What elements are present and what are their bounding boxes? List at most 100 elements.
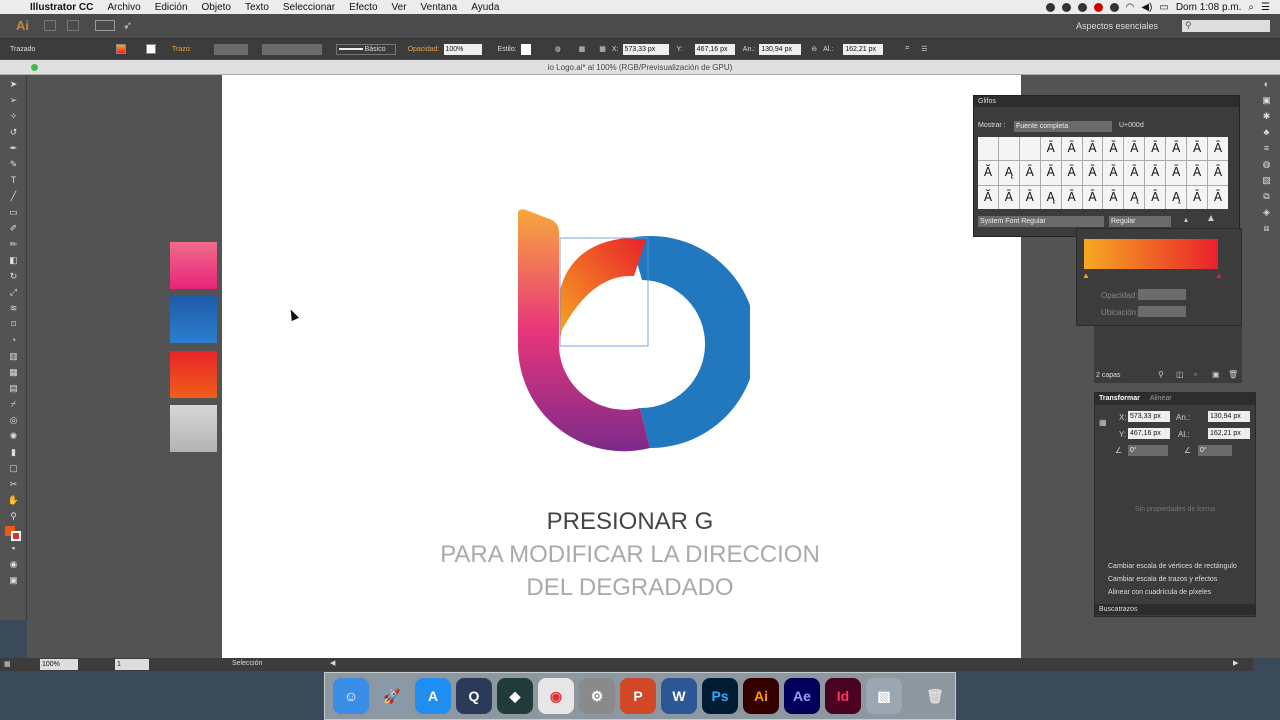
search-input[interactable]: ⚲ xyxy=(1182,20,1270,32)
appearance-icon[interactable]: ◍ xyxy=(1260,158,1273,171)
glyph-cell[interactable]: Ā xyxy=(1019,185,1040,209)
status-tool-label[interactable]: Selección xyxy=(232,660,262,667)
volume-icon[interactable]: ◀) xyxy=(1141,2,1152,13)
indesign-icon[interactable]: Id xyxy=(825,678,861,714)
status-icon[interactable] xyxy=(1061,2,1071,12)
glyph-cell[interactable]: Ā xyxy=(1208,185,1228,209)
glyph-cell[interactable]: Ā xyxy=(1187,161,1208,185)
menu-objeto[interactable]: Objeto xyxy=(202,2,231,13)
pencil-tool-icon[interactable]: ✏ xyxy=(7,238,20,251)
system-preferences-icon[interactable]: ⚙ xyxy=(579,678,615,714)
chrome-icon[interactable]: ◉ xyxy=(538,678,574,714)
glyph-cell[interactable]: Ā xyxy=(1187,185,1208,209)
glyph-cell[interactable]: Ā xyxy=(1208,137,1228,161)
arrange-documents-icon[interactable] xyxy=(95,20,115,31)
pathfinder-panel-title[interactable]: Buscatrazos xyxy=(1095,604,1255,615)
artboards-icon[interactable]: ⧈ xyxy=(1260,222,1273,235)
stroke-label[interactable]: Trazo: xyxy=(172,46,192,53)
clock[interactable]: Dom 1:08 p.m. xyxy=(1176,2,1242,13)
shear-field[interactable]: 0° xyxy=(1198,445,1232,456)
glyph-cell[interactable]: Ā xyxy=(1040,137,1061,161)
y-field[interactable]: 467,16 px xyxy=(694,43,735,55)
glyph-cell[interactable]: Ā xyxy=(1103,185,1124,209)
wifi-icon[interactable]: ◠ xyxy=(1126,2,1135,13)
free-transform-tool-icon[interactable]: ⌑ xyxy=(7,318,20,331)
locate-object-icon[interactable]: ⚲ xyxy=(1158,370,1164,379)
draw-mode-icon[interactable]: ◉ xyxy=(7,558,20,571)
logo-artwork[interactable] xyxy=(500,200,750,470)
notifications-icon[interactable]: ☰ xyxy=(1261,2,1270,13)
delete-layer-icon[interactable]: 🗑 xyxy=(1228,370,1238,379)
status-icon[interactable] xyxy=(1077,2,1087,12)
swatch-red-orange[interactable] xyxy=(170,351,217,398)
selection-tool-icon[interactable]: ➤ xyxy=(7,78,20,91)
warp-tool-icon[interactable]: ≋ xyxy=(7,302,20,315)
glyph-cell[interactable]: Ā xyxy=(1124,161,1145,185)
glyph-cell[interactable]: Ā xyxy=(1124,137,1145,161)
tab-transform[interactable]: Transformar xyxy=(1099,395,1140,402)
glyph-cell[interactable] xyxy=(978,137,998,161)
fill-stroke-icon[interactable] xyxy=(5,526,21,541)
hand-tool-icon[interactable]: ✋ xyxy=(7,494,20,507)
glyph-cell[interactable]: Ā xyxy=(1145,161,1166,185)
shape-builder-tool-icon[interactable]: ◔ xyxy=(7,334,20,347)
scroll-left-icon[interactable]: ◀ xyxy=(330,659,335,667)
rectangle-tool-icon[interactable]: ▭ xyxy=(7,206,20,219)
fill-swatch[interactable] xyxy=(116,44,126,54)
screen-mode-icon[interactable]: ▣ xyxy=(7,574,20,587)
document-tab[interactable]: io Logo.ai* al 100% (RGB/Previsualizació… xyxy=(0,60,1280,75)
record-icon[interactable] xyxy=(1093,2,1103,12)
line-tool-icon[interactable]: ╱ xyxy=(7,190,20,203)
glyph-cell[interactable]: Ā xyxy=(1145,185,1166,209)
glyph-cell[interactable]: Ā xyxy=(1019,161,1040,185)
swatch-gray[interactable] xyxy=(170,405,217,452)
link-icon[interactable]: ⊖ xyxy=(811,45,817,53)
slice-tool-icon[interactable]: ✂ xyxy=(7,478,20,491)
glyphs-style-select[interactable]: Regular xyxy=(1109,216,1171,227)
w-field[interactable]: 130,94 px xyxy=(759,43,802,55)
glyph-cell[interactable]: Ā xyxy=(1061,185,1082,209)
graph-tool-icon[interactable]: ▮ xyxy=(7,446,20,459)
glyph-cell[interactable]: Ā xyxy=(1103,161,1124,185)
glyph-cell[interactable]: Ą xyxy=(1166,185,1187,209)
gradient-stop-start[interactable]: ▲ xyxy=(1082,271,1090,280)
option-scale-corners[interactable]: Cambiar escala de vértices de rectángulo xyxy=(1108,563,1237,570)
after-effects-icon[interactable]: Ae xyxy=(784,678,820,714)
eyedropper-tool-icon[interactable]: ⌿ xyxy=(7,398,20,411)
mesh-tool-icon[interactable]: ▦ xyxy=(7,366,20,379)
symbol-sprayer-tool-icon[interactable]: ✺ xyxy=(7,430,20,443)
gradient-slider[interactable] xyxy=(1084,239,1218,269)
blend-tool-icon[interactable]: ◎ xyxy=(7,414,20,427)
glyph-cell[interactable]: Ā xyxy=(1166,161,1187,185)
gradient-opacity-field[interactable] xyxy=(1138,289,1186,300)
glyph-cell[interactable]: Ā xyxy=(1145,137,1166,161)
stock-icon[interactable] xyxy=(67,20,79,31)
glyph-cell[interactable]: Ā xyxy=(1187,137,1208,161)
glyphs-font-select[interactable]: System Font Regular xyxy=(978,216,1104,227)
libraries-icon[interactable]: ▣ xyxy=(1260,94,1273,107)
zoom-tool-icon[interactable]: ⚲ xyxy=(7,510,20,523)
transform-y-field[interactable]: 467,16 px xyxy=(1128,428,1170,439)
glyph-cell[interactable]: Ā xyxy=(1061,161,1082,185)
filmora-icon[interactable]: ◆ xyxy=(497,678,533,714)
brushes-icon[interactable]: ✱ xyxy=(1260,110,1273,123)
glyph-cell[interactable]: Ā xyxy=(1103,137,1124,161)
quicktime-icon[interactable]: Q xyxy=(456,678,492,714)
opacity-field[interactable]: 100% xyxy=(443,43,482,55)
color-panel-icon[interactable]: ◐ xyxy=(1260,78,1273,91)
rotate-field[interactable]: 0° xyxy=(1128,445,1168,456)
finder-icon[interactable]: ☺ xyxy=(333,678,369,714)
swatch-blue[interactable] xyxy=(170,296,217,343)
pen-tool-icon[interactable]: ✒ xyxy=(7,142,20,155)
option-align-pixel-grid[interactable]: Alinear con cuadrícula de píxeles xyxy=(1108,589,1211,596)
symbols-icon[interactable]: ♣ xyxy=(1260,126,1273,139)
swatch-pink[interactable] xyxy=(170,242,217,289)
h-field[interactable]: 162,21 px xyxy=(843,43,884,55)
glyphs-panel-title[interactable]: Glifos xyxy=(974,96,1239,107)
direct-selection-tool-icon[interactable]: ➢ xyxy=(7,94,20,107)
zoom-field[interactable]: 100% xyxy=(40,659,78,670)
transform-icon[interactable]: ⌗ xyxy=(905,45,909,53)
glyph-cell[interactable]: Ā xyxy=(1082,137,1103,161)
workspace-switcher[interactable]: Aspectos esenciales xyxy=(1076,21,1158,31)
option-scale-strokes[interactable]: Cambiar escala de trazos y efectos xyxy=(1108,576,1217,583)
